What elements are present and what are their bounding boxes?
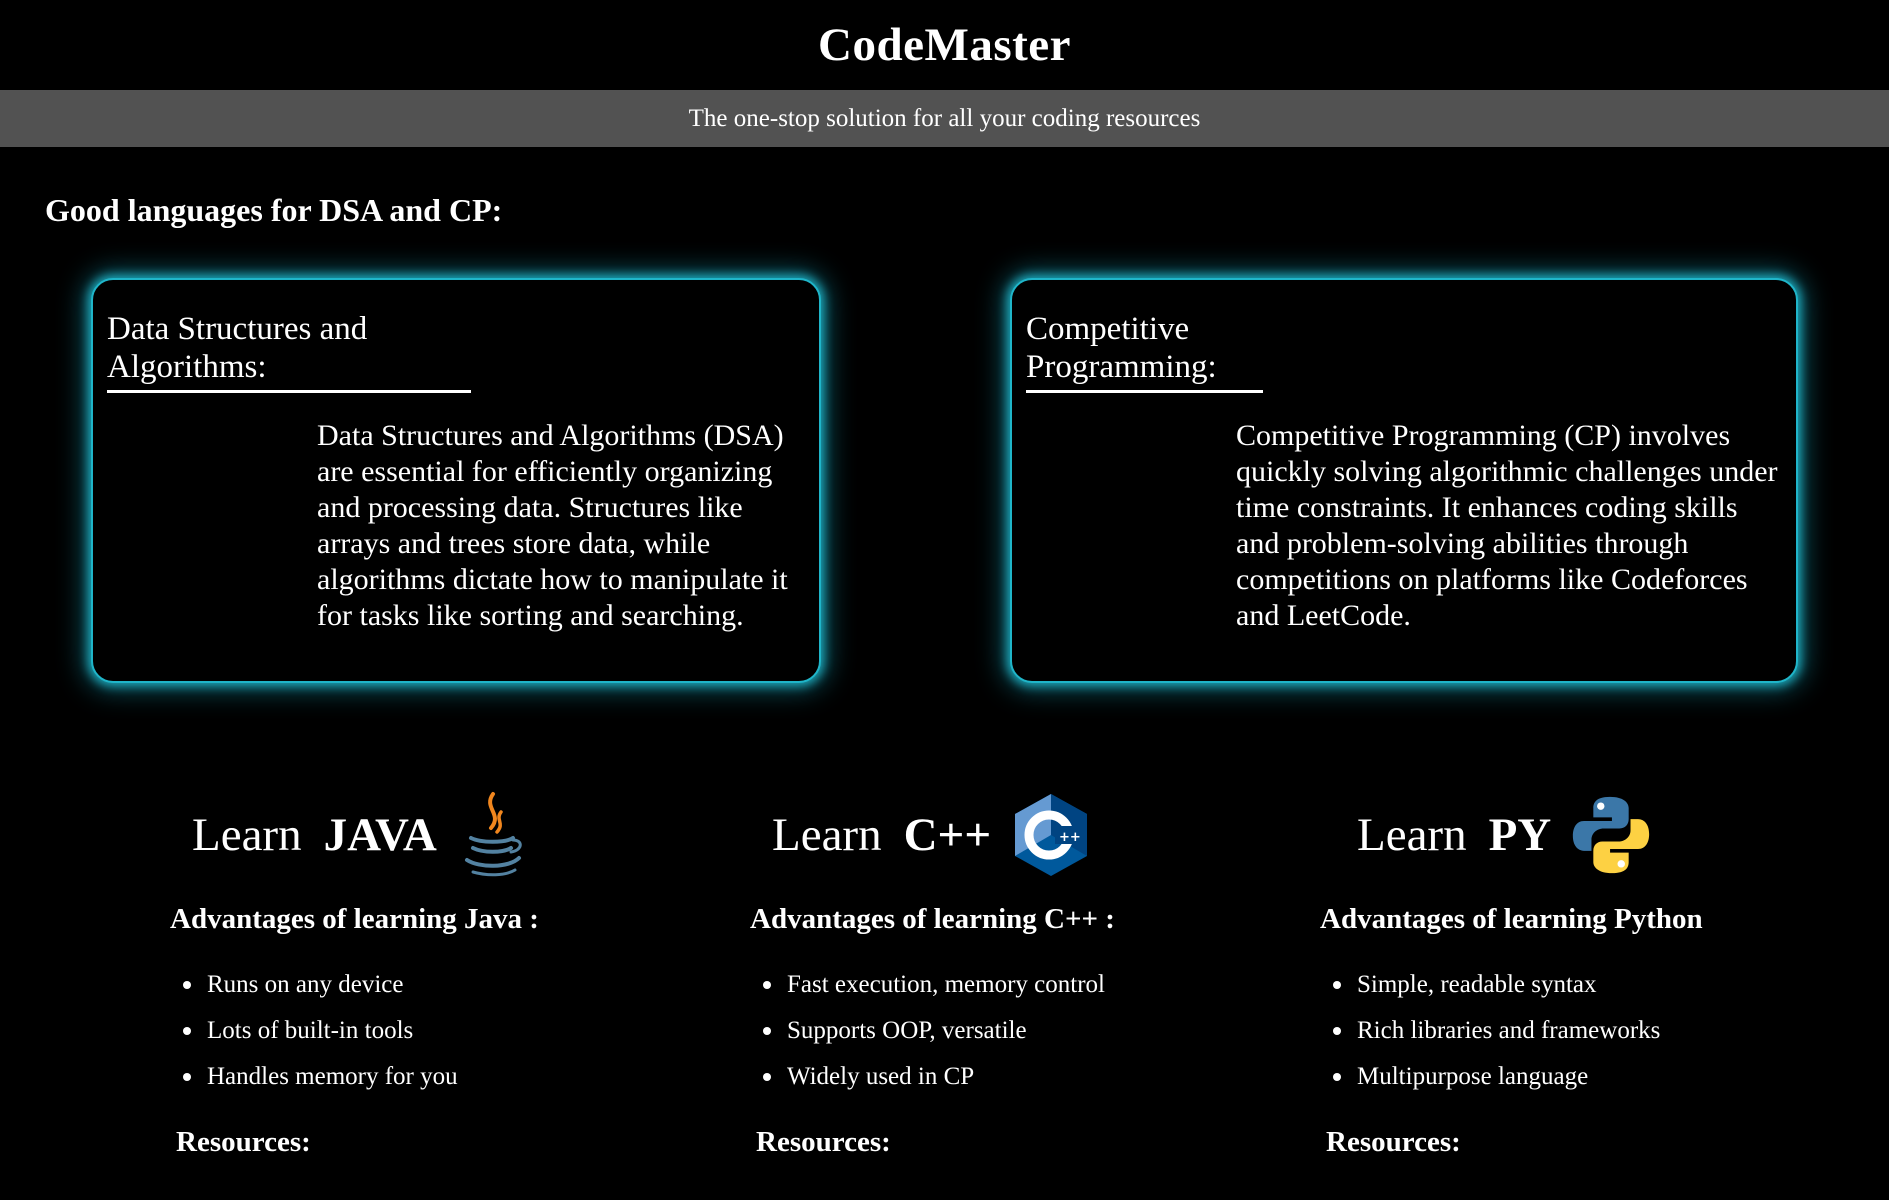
dsa-card-title: Data Structures and Algorithms: [107, 310, 471, 393]
cpp-advantages-list: Fast execution, memory control Supports … [763, 962, 1270, 1100]
dsa-card-body: Data Structures and Algorithms (DSA) are… [317, 419, 788, 632]
java-advantages-heading: Advantages of learning Java : [170, 903, 539, 935]
python-advantages-list: Simple, readable syntax Rich libraries a… [1333, 962, 1840, 1100]
java-advantages-list: Runs on any device Lots of built-in tool… [183, 962, 690, 1100]
list-item: Runs on any device [183, 962, 690, 1008]
java-resources-heading: Resources: [176, 1126, 311, 1158]
cpp-section: Learn C++ ++ Advantages of learning C++ … [750, 790, 1270, 1159]
python-name: PY [1488, 809, 1552, 861]
cpp-advantages-heading: Advantages of learning C++ : [750, 903, 1115, 935]
python-icon [1571, 790, 1651, 880]
list-item: Fast execution, memory control [763, 962, 1270, 1008]
list-item: Lots of built-in tools [183, 1008, 690, 1054]
dsa-card: Data Structures and Algorithms: Data Str… [91, 278, 821, 683]
python-heading[interactable]: Learn PY [1357, 790, 1840, 880]
java-section: Learn JAVA Advantages of learning Java :… [170, 790, 690, 1159]
list-item: Handles memory for you [183, 1054, 690, 1100]
java-name: JAVA [323, 809, 437, 861]
site-header: CodeMaster [0, 0, 1889, 90]
java-heading[interactable]: Learn JAVA [192, 790, 690, 880]
svg-text:++: ++ [1059, 830, 1081, 845]
cpp-heading[interactable]: Learn C++ ++ [772, 790, 1270, 880]
cp-card-body: Competitive Programming (CP) involves qu… [1236, 419, 1778, 632]
java-learn-label: Learn [192, 809, 302, 861]
cpp-name: C++ [903, 809, 992, 861]
list-item: Supports OOP, versatile [763, 1008, 1270, 1054]
python-section: Learn PY Advantages of learning Python S… [1320, 790, 1840, 1159]
cpp-resources-heading: Resources: [756, 1126, 891, 1158]
site-title: CodeMaster [818, 19, 1071, 71]
list-item: Simple, readable syntax [1333, 962, 1840, 1008]
list-item: Widely used in CP [763, 1054, 1270, 1100]
list-item: Rich libraries and frameworks [1333, 1008, 1840, 1054]
section-heading: Good languages for DSA and CP: [45, 192, 503, 228]
tagline-bar: The one-stop solution for all your codin… [0, 90, 1889, 147]
tagline-text: The one-stop solution for all your codin… [688, 104, 1201, 132]
cp-card-title: Competitive Programming: [1026, 310, 1263, 393]
python-resources-heading: Resources: [1326, 1126, 1461, 1158]
cp-card: Competitive Programming: Competitive Pro… [1010, 278, 1798, 683]
python-learn-label: Learn [1357, 809, 1467, 861]
cpp-icon: ++ [1011, 790, 1091, 880]
java-icon [457, 790, 537, 880]
list-item: Multipurpose language [1333, 1054, 1840, 1100]
cpp-learn-label: Learn [772, 809, 882, 861]
python-advantages-heading: Advantages of learning Python [1320, 903, 1703, 935]
